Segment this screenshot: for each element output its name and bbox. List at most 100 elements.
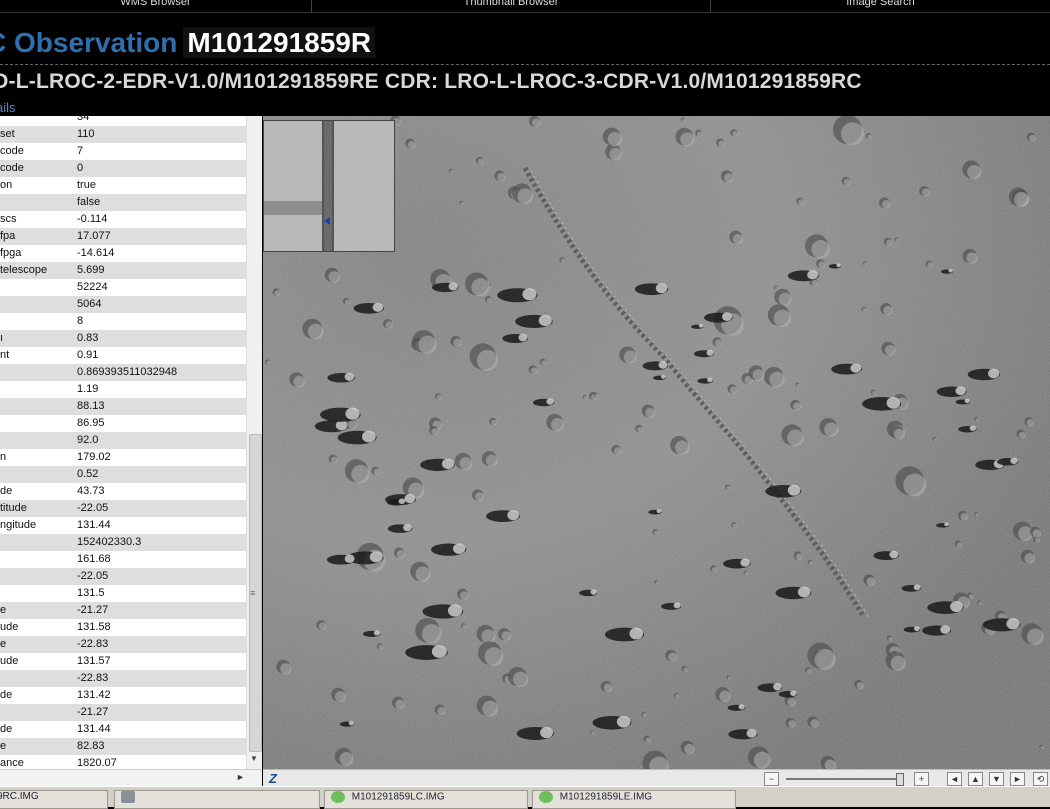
table-row: 88.13 (0, 398, 246, 415)
table-row: 34 (0, 116, 246, 126)
table-row: 1.19 (0, 381, 246, 398)
row-value: -0.114 (77, 213, 108, 225)
table-row: 8 (0, 313, 246, 330)
row-value: 17.077 (77, 230, 111, 242)
taskbar-item[interactable]: M101291859LE.IMG (532, 790, 736, 809)
tab-image-search[interactable]: Image Search (711, 0, 1050, 12)
row-value: 131.57 (77, 655, 111, 667)
row-value: 92.0 (77, 434, 99, 446)
table-row: telescope 5.699 (0, 262, 246, 279)
row-value: 7 (77, 145, 84, 157)
table-row: ı 0.83 (0, 330, 246, 347)
row-value: 43.73 (77, 485, 105, 497)
row-value: -21.27 (77, 604, 109, 616)
table-row: e -22.83 (0, 636, 246, 653)
row-value: 5064 (77, 298, 102, 310)
scroll-down-icon[interactable]: ▼ (250, 754, 258, 763)
row-key: e (0, 604, 7, 616)
file-icon (331, 791, 345, 803)
row-value: 179.02 (77, 451, 111, 463)
details-link[interactable]: ails (0, 100, 16, 115)
row-value: 110 (77, 128, 95, 140)
row-key: ngitude (0, 519, 37, 531)
divider (0, 64, 1050, 65)
zoom-slider-handle[interactable] (896, 773, 904, 786)
row-key: ance (0, 757, 24, 769)
metadata-table: 34 set 110 code 7 code 0 on true false scs -0.114 fp… (0, 116, 246, 769)
row-value: 0.52 (77, 468, 99, 480)
tab-thumbnail-browser[interactable]: Thumbnail Browser (312, 0, 710, 12)
row-key: fpga (0, 247, 22, 259)
taskbar-label: M101291859LE.IMG (559, 791, 653, 803)
horizontal-scrollbar[interactable]: ► (0, 769, 262, 787)
table-row: fpga -14.614 (0, 245, 246, 262)
row-value: 152402330.3 (77, 536, 142, 548)
table-row: e 82.83 (0, 738, 246, 755)
pan-right-icon[interactable]: ► (1010, 772, 1025, 786)
taskbar-label: M101291859LC.IMG (351, 791, 445, 803)
row-value: 88.13 (77, 400, 105, 412)
row-value: 34 (77, 116, 90, 123)
row-key: titude (0, 502, 27, 514)
zoom-toolbar: Z − + ◄ ▲ ▼ ► ⟲ (263, 769, 1050, 787)
row-key: scs (0, 213, 17, 225)
taskbar-item[interactable] (114, 790, 320, 809)
row-value: 8 (77, 315, 84, 327)
table-row: de 131.44 (0, 721, 246, 738)
file-icon (539, 791, 553, 803)
table-row: code 0 (0, 160, 246, 177)
taskbar-item[interactable]: M101291859LC.IMG (324, 790, 528, 809)
pan-up-icon[interactable]: ▲ (968, 772, 983, 786)
table-row: de 131.42 (0, 687, 246, 704)
row-value: 161.68 (77, 553, 111, 565)
row-value: 1820.07 (77, 757, 117, 769)
table-row: 0.869393511032948 (0, 364, 246, 381)
row-value: 82.83 (77, 740, 105, 752)
taskbar: 9RC.IMG M101291859LC.IMG M101291859LE.IM… (0, 786, 1050, 809)
table-row: 131.5 (0, 585, 246, 602)
row-key: telescope (0, 264, 48, 276)
table-row: 161.68 (0, 551, 246, 568)
table-row: 52224 (0, 279, 246, 296)
table-row: ance 1820.07 (0, 755, 246, 769)
thumbnail-overview[interactable] (263, 120, 395, 252)
row-value: 131.5 (77, 587, 105, 599)
row-value: 5.699 (77, 264, 105, 276)
row-value: false (77, 196, 101, 208)
pan-down-icon[interactable]: ▼ (989, 772, 1004, 786)
row-value: 0.869393511032948 (77, 366, 178, 378)
reset-view-icon[interactable]: ⟲ (1033, 772, 1048, 786)
taskbar-item[interactable]: 9RC.IMG (0, 790, 108, 809)
taskbar-label: 9RC.IMG (0, 791, 39, 802)
zoom-slider[interactable] (786, 778, 902, 780)
row-value: 131.58 (77, 621, 111, 633)
top-nav: WMS Browser Thumbnail Browser Image Sear… (0, 0, 1050, 13)
row-value: -22.83 (77, 672, 109, 684)
vertical-scrollbar[interactable]: ≡ ▼ (246, 116, 262, 769)
image-viewer[interactable] (263, 116, 1050, 769)
table-row: 152402330.3 (0, 534, 246, 551)
scroll-right-icon[interactable]: ► (236, 772, 245, 782)
table-row: -22.83 (0, 670, 246, 687)
tab-wms-browser[interactable]: WMS Browser (0, 0, 311, 12)
table-row: de 43.73 (0, 483, 246, 500)
row-key: n (0, 451, 7, 463)
row-key: e (0, 638, 7, 650)
row-value: -22.83 (77, 638, 109, 650)
row-key: on (0, 179, 13, 191)
page-title: C Observation M101291859R (0, 27, 376, 59)
grip-icon: ≡ (250, 588, 256, 598)
table-row: set 110 (0, 126, 246, 143)
table-row: 0.52 (0, 466, 246, 483)
table-row: -22.05 (0, 568, 246, 585)
row-value: 131.44 (77, 723, 111, 735)
zoom-in-button[interactable]: + (914, 772, 929, 786)
table-row: code 7 (0, 143, 246, 160)
row-value: 131.44 (77, 519, 111, 531)
pan-left-icon[interactable]: ◄ (947, 772, 962, 786)
row-value: 0 (77, 162, 84, 174)
table-row: -21.27 (0, 704, 246, 721)
row-value: true (77, 179, 96, 191)
row-value: 0.83 (77, 332, 99, 344)
zoom-out-button[interactable]: − (764, 772, 779, 786)
